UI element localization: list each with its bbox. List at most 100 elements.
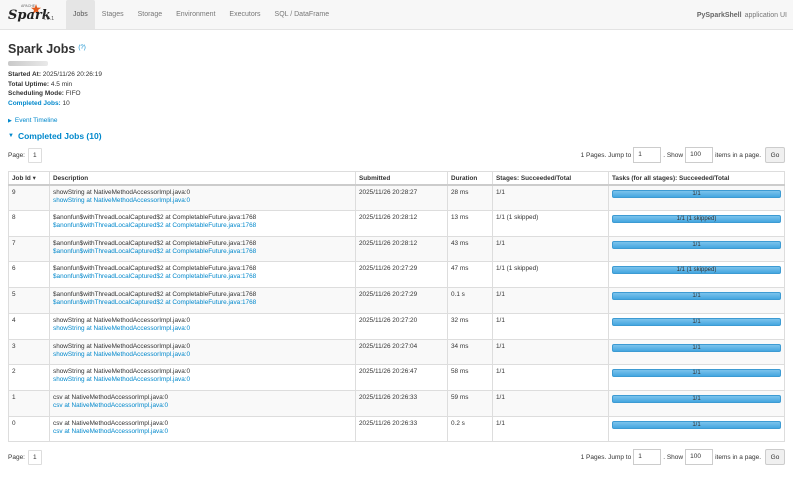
table-row: 9 showString at NativeMethodAccessorImpl.… bbox=[8, 184, 785, 212]
tab-label: Jobs bbox=[73, 11, 88, 18]
table-row: 7 $anonfun$withThreadLocalCaptured$2 at C… bbox=[8, 235, 785, 263]
description-cell: $anonfun$withThreadLocalCaptured$2 at Co… bbox=[49, 261, 356, 289]
table-row: 2 showString at NativeMethodAccessorImpl.… bbox=[8, 364, 785, 391]
table-row: 4 showString at NativeMethodAccessorImpl.… bbox=[8, 312, 785, 340]
jump-to-input[interactable]: 1 bbox=[633, 449, 662, 466]
completed-jobs-header[interactable]: ▼ Completed Jobs (10) bbox=[8, 131, 785, 141]
progress-label: 1/1 bbox=[692, 370, 701, 377]
caret-right-icon: ▶ bbox=[8, 117, 12, 124]
col-tasks[interactable]: Tasks (for all stages): Succeeded/Total bbox=[608, 171, 785, 186]
page-size-input[interactable]: 100 bbox=[685, 147, 714, 164]
go-button[interactable]: Go bbox=[765, 449, 785, 466]
duration-cell: 32 ms bbox=[447, 312, 493, 340]
description-cell: showString at NativeMethodAccessorImpl.j… bbox=[49, 184, 356, 212]
tasks-progress-bar: 1/1 bbox=[612, 343, 781, 352]
submitted-cell: 2025/11/26 20:27:29 bbox=[355, 287, 448, 314]
duration-cell: 59 ms bbox=[447, 389, 493, 417]
summary-value: FIFO bbox=[65, 90, 81, 98]
tasks-cell: 1/1 bbox=[608, 415, 785, 443]
help-link[interactable]: (?) bbox=[78, 45, 85, 51]
page-title: Spark Jobs (?) bbox=[8, 42, 785, 56]
spark-logo[interactable]: APACHE Spark 4.0.1 bbox=[0, 0, 66, 29]
description-text: showString at NativeMethodAccessorImpl.j… bbox=[53, 316, 191, 324]
show-label: . Show bbox=[663, 151, 684, 159]
description-link[interactable]: showString at NativeMethodAccessorImpl.j… bbox=[53, 197, 352, 204]
progress-label: 1/1 bbox=[692, 318, 701, 325]
table-row: 8 $anonfun$withThreadLocalCaptured$2 at C… bbox=[8, 210, 785, 237]
col-job-id[interactable]: Job Id ▾ bbox=[8, 171, 50, 186]
description-link[interactable]: $anonfun$withThreadLocalCaptured$2 at Co… bbox=[53, 273, 352, 280]
stages-cell: 1/1 bbox=[492, 415, 609, 443]
submitted-cell: 2025/11/26 20:28:12 bbox=[355, 235, 448, 263]
page-label: Page: bbox=[8, 151, 25, 159]
summary-label: Started At: bbox=[8, 71, 41, 78]
duration-cell: 28 ms bbox=[447, 184, 493, 212]
stages-cell: 1/1 (1 skipped) bbox=[492, 261, 609, 289]
duration-cell: 43 ms bbox=[447, 235, 493, 263]
paging-controls: 1 Pages. Jump to 1 . Show 100 items in a… bbox=[580, 147, 785, 164]
progress-label: 1/1 bbox=[692, 344, 701, 351]
description-link[interactable]: showString at NativeMethodAccessorImpl.j… bbox=[53, 376, 352, 383]
app-name: PySparkShell bbox=[696, 11, 742, 19]
stages-cell: 1/1 bbox=[492, 287, 609, 314]
tasks-progress-bar: 1/1 bbox=[612, 240, 781, 249]
completed-jobs-title: Completed Jobs (10) bbox=[17, 131, 102, 142]
jump-to-input[interactable]: 1 bbox=[633, 147, 662, 164]
tab-jobs[interactable]: Jobs bbox=[66, 0, 95, 29]
submitted-cell: 2025/11/26 20:26:33 bbox=[355, 415, 448, 443]
duration-cell: 0.1 s bbox=[447, 287, 493, 314]
description-link[interactable]: showString at NativeMethodAccessorImpl.j… bbox=[53, 351, 352, 358]
caret-down-icon: ▼ bbox=[8, 133, 14, 140]
redacted-user bbox=[8, 61, 48, 66]
tasks-progress-bar: 1/1 bbox=[612, 420, 781, 429]
tab-environment[interactable]: Environment bbox=[169, 0, 222, 29]
description-link[interactable]: $anonfun$withThreadLocalCaptured$2 at Co… bbox=[53, 248, 352, 255]
stages-cell: 1/1 bbox=[492, 364, 609, 391]
col-duration[interactable]: Duration bbox=[447, 171, 493, 186]
tasks-cell: 1/1 bbox=[608, 184, 785, 212]
event-timeline-toggle[interactable]: ▶ Event Timeline bbox=[8, 117, 785, 124]
tasks-progress-bar: 1/1 (1 skipped) bbox=[612, 266, 781, 275]
page-size-input[interactable]: 100 bbox=[685, 449, 714, 466]
description-link[interactable]: csv at NativeMethodAccessorImpl.java:0 bbox=[53, 428, 352, 435]
progress-label: 1/1 bbox=[692, 241, 701, 248]
duration-cell: 0.2 s bbox=[447, 415, 493, 443]
go-button[interactable]: Go bbox=[765, 147, 785, 164]
description-text: $anonfun$withThreadLocalCaptured$2 at Co… bbox=[53, 214, 257, 222]
col-description[interactable]: Description bbox=[49, 171, 356, 186]
tab-label: Executors bbox=[229, 11, 261, 18]
description-link[interactable]: showString at NativeMethodAccessorImpl.j… bbox=[53, 325, 352, 332]
col-submitted[interactable]: Submitted bbox=[355, 171, 448, 186]
page-number-button[interactable]: 1 bbox=[28, 449, 42, 465]
logo[interactable]: APACHE Spark 4.0.1 bbox=[6, 3, 62, 26]
progress-label: 1/1 bbox=[692, 190, 701, 197]
tab-label: Stages bbox=[101, 11, 124, 18]
app-title: PySparkShell application UI bbox=[697, 0, 787, 30]
paging-controls: 1 Pages. Jump to 1 . Show 100 items in a… bbox=[581, 449, 785, 466]
summary-uptime: Total Uptime: 4.5 min bbox=[8, 80, 785, 90]
tab-sql-dataframe[interactable]: SQL / DataFrame bbox=[268, 0, 337, 29]
description-link[interactable]: csv at NativeMethodAccessorImpl.java:0 bbox=[53, 402, 352, 409]
description-text: csv at NativeMethodAccessorImpl.java:0 bbox=[53, 393, 169, 401]
description-link[interactable]: $anonfun$withThreadLocalCaptured$2 at Co… bbox=[53, 222, 352, 229]
page-title-text: Spark Jobs bbox=[8, 42, 76, 56]
description-cell: csv at NativeMethodAccessorImpl.java:0 cs… bbox=[49, 389, 356, 417]
stages-cell: 1/1 bbox=[492, 184, 609, 212]
table-row: 1 csv at NativeMethodAccessorImpl.java:0 c… bbox=[8, 389, 785, 417]
tab-executors[interactable]: Executors bbox=[222, 0, 267, 29]
submitted-cell: 2025/11/26 20:26:47 bbox=[355, 364, 448, 391]
summary-value: 10 bbox=[62, 99, 70, 107]
pages-text: 1 Pages. Jump to bbox=[580, 151, 632, 159]
col-stages[interactable]: Stages: Succeeded/Total bbox=[492, 171, 609, 186]
main-content: Spark Jobs (?) Started At: 2025/11/26 20… bbox=[0, 42, 793, 466]
tab-stages[interactable]: Stages bbox=[95, 0, 131, 29]
description-link[interactable]: $anonfun$withThreadLocalCaptured$2 at Co… bbox=[53, 299, 352, 306]
completed-jobs-link[interactable]: Completed Jobs: bbox=[8, 100, 61, 107]
tab-label: Environment bbox=[176, 11, 216, 18]
event-timeline-link[interactable]: Event Timeline bbox=[15, 117, 58, 124]
show-label: . Show bbox=[663, 453, 684, 461]
submitted-cell: 2025/11/26 20:27:29 bbox=[355, 261, 448, 289]
tab-storage[interactable]: Storage bbox=[131, 0, 170, 29]
duration-cell: 58 ms bbox=[447, 364, 493, 391]
page-number-button[interactable]: 1 bbox=[28, 147, 42, 163]
